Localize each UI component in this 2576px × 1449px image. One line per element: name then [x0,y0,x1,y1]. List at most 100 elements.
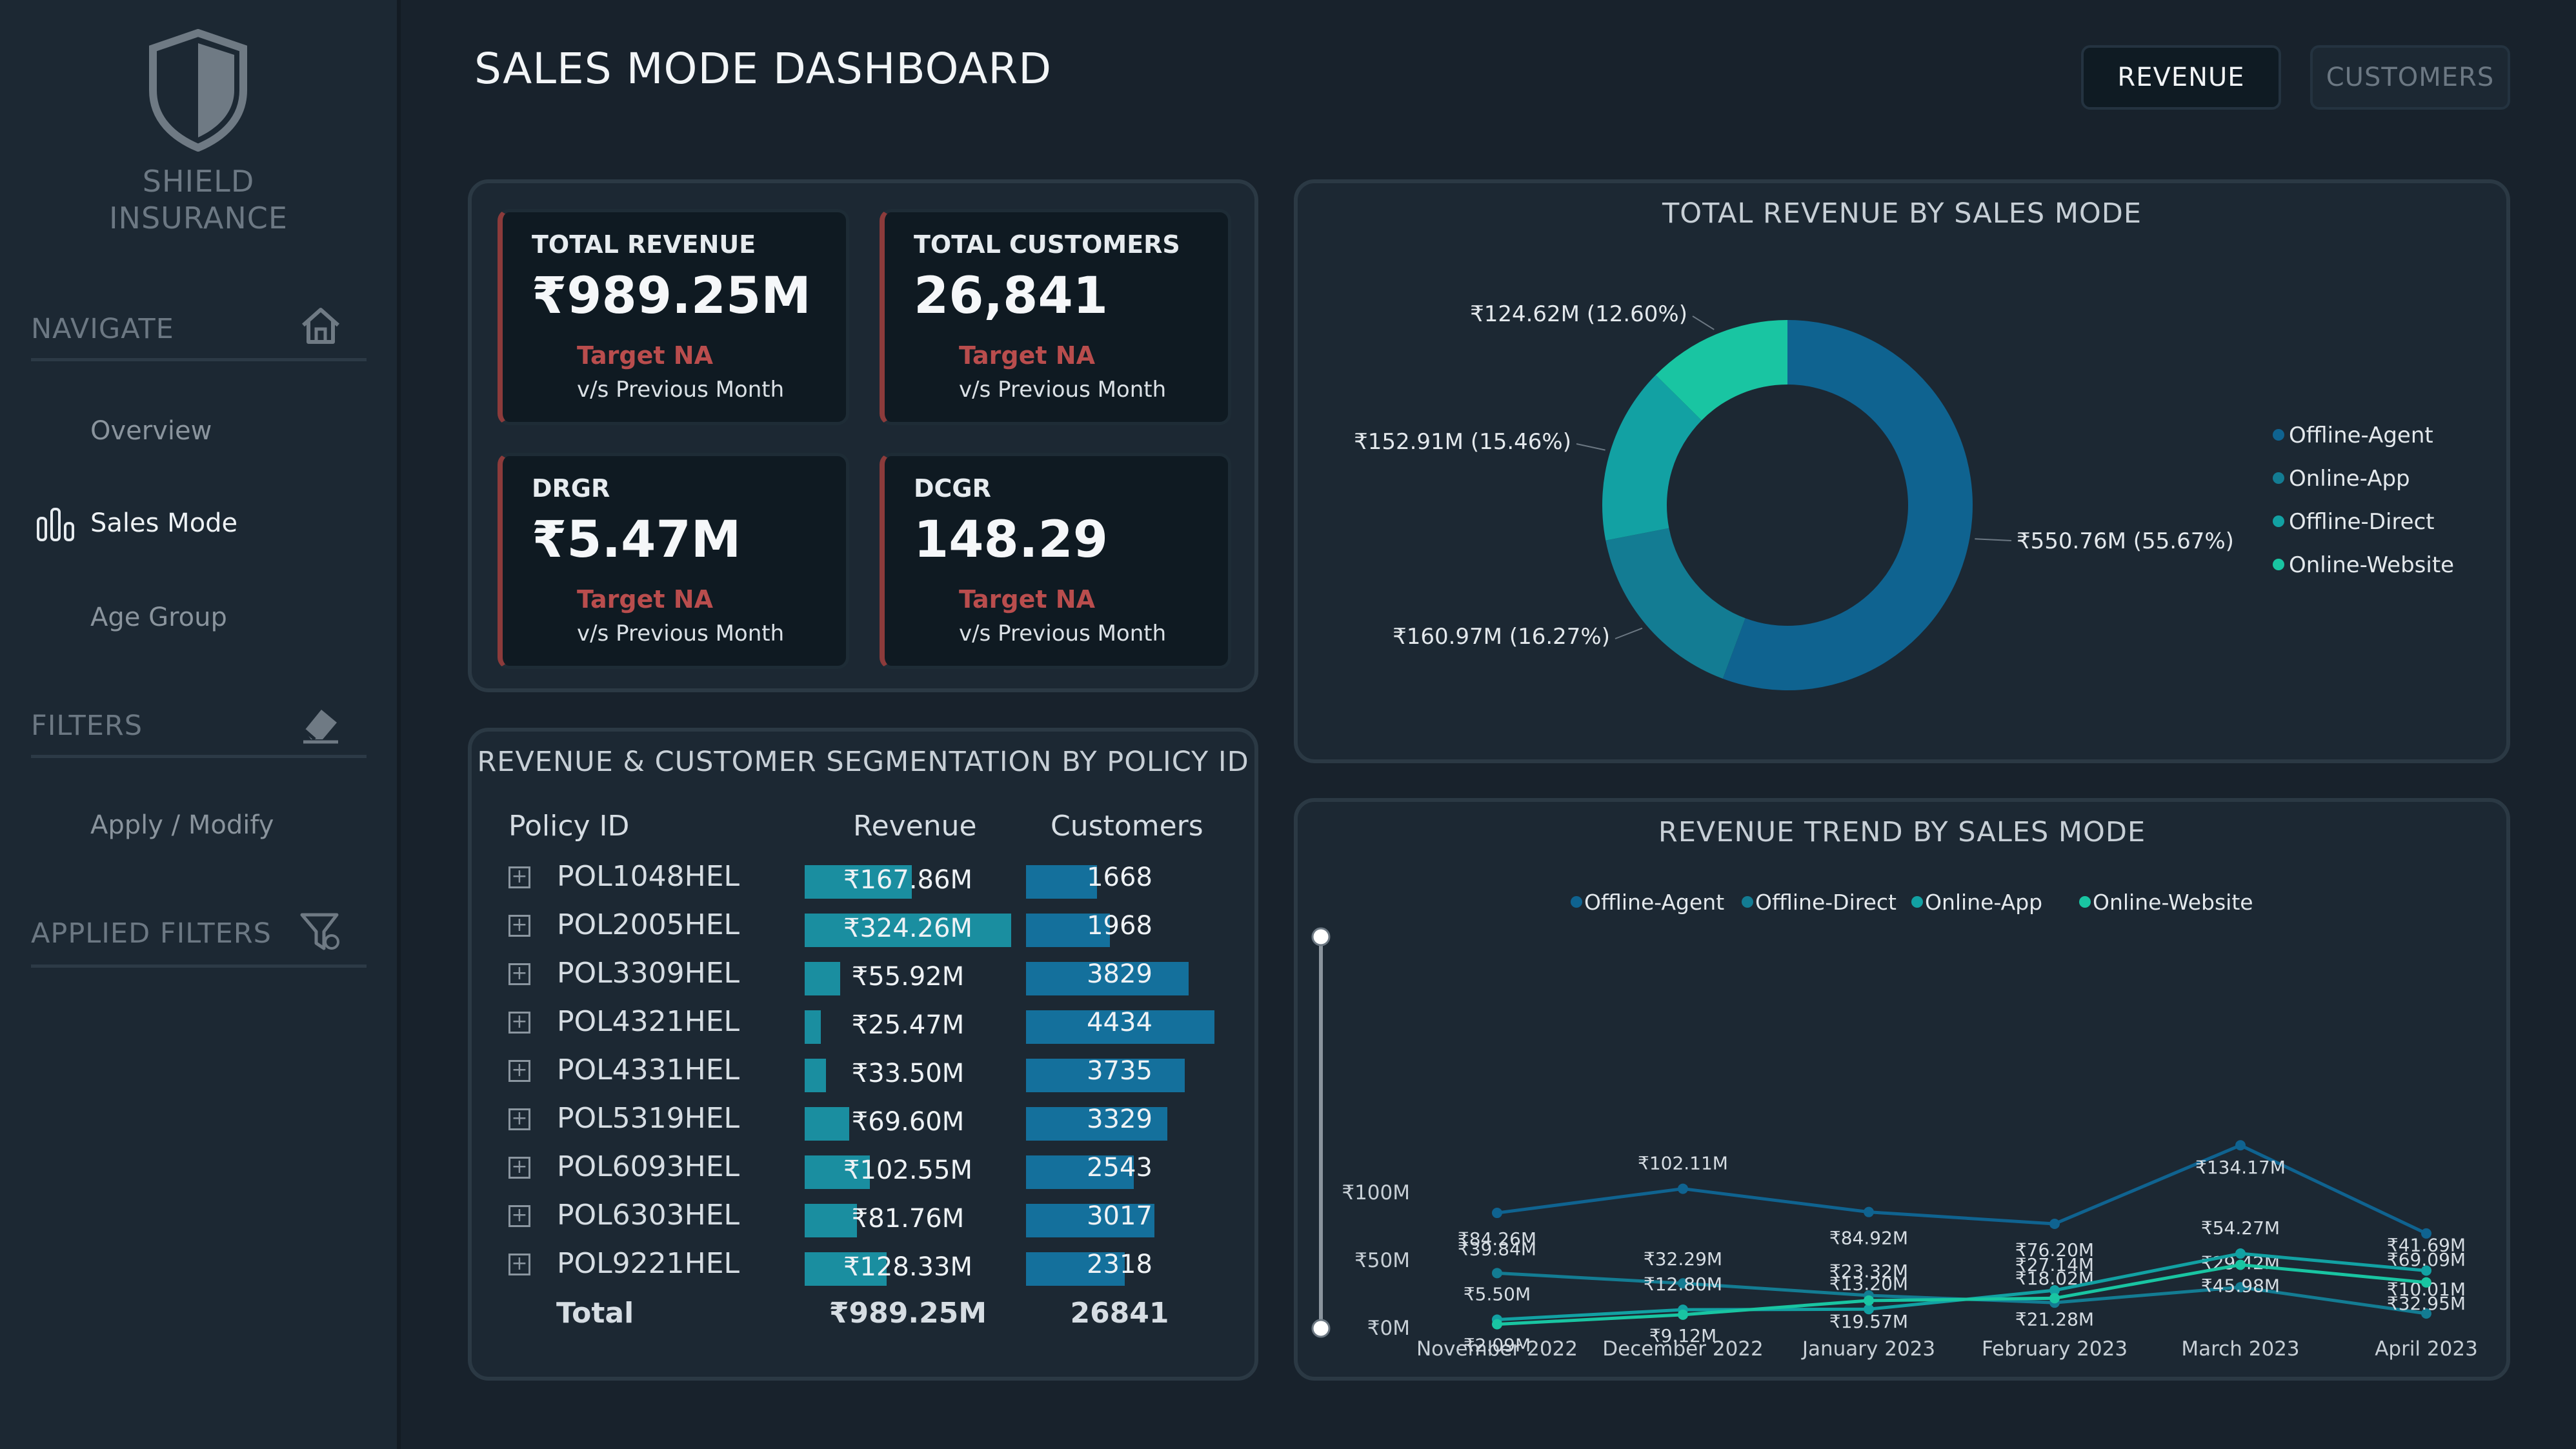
revenue-cell: ₹324.26M [843,914,972,943]
donut-leader-line [1692,315,1715,330]
revenue-button[interactable]: REVENUE [2081,45,2281,110]
kpi-subtext: v/s Previous Month [959,621,1167,646]
shield-icon [149,29,247,152]
apply-modify-link[interactable]: Apply / Modify [90,810,274,840]
column-header-revenue[interactable]: Revenue [853,810,977,843]
data-point [1492,1319,1502,1330]
table-row[interactable]: + POL6303HEL ₹81.76M 3017 [503,1192,1245,1241]
data-label: ₹102.11M [1638,1153,1728,1174]
revenue-cell: ₹167.86M [843,865,972,895]
data-label: ₹13.20M [1829,1273,1908,1294]
data-point [1678,1309,1688,1320]
data-label: ₹32.29M [1644,1248,1722,1270]
data-point [1864,1206,1874,1217]
data-label: ₹27.14M [2015,1254,2094,1275]
table-row[interactable]: + POL1048HEL ₹167.86M 1668 [503,854,1245,902]
donut-data-label: ₹160.97M (16.27%) [1393,624,1610,650]
table-row[interactable]: + POL5319HEL ₹69.60M 3329 [503,1095,1245,1144]
nav-sales-mode[interactable]: Sales Mode [90,508,237,538]
policy-id-cell: POL4321HEL [557,1005,740,1038]
customers-cell: 1968 [1087,911,1152,941]
expand-icon[interactable]: + [508,1108,530,1130]
kpi-target: Target NA [577,585,713,614]
customers-cell: 2543 [1087,1153,1152,1183]
revenue-cell: ₹69.60M [851,1107,965,1137]
total-customers: 26841 [1070,1297,1169,1330]
donut-leader-line [1975,538,2012,541]
donut-chart: ₹550.76M (55.67%) ₹160.97M (16.27%) ₹152.9… [1354,301,2454,690]
donut-leader-line [1615,627,1643,639]
donut-data-label: ₹124.62M (12.60%) [1470,301,1687,327]
revenue-cell: ₹33.50M [851,1059,965,1088]
kpi-card-drgr: DRGR ₹5.47M Target NA v/s Previous Month [498,453,849,669]
filter-icon[interactable] [298,910,343,955]
line-chart: Offline-Agent Offline-Direct Online-App Onl… [1311,890,2478,1361]
legend-marker [2273,559,2284,570]
policy-id-cell: POL9221HEL [557,1247,740,1280]
data-label: ₹2.09M [1464,1335,1531,1356]
range-slider-handle[interactable] [1311,1319,1331,1338]
total-label: Total [556,1297,634,1330]
legend-item: Online-Website [2093,890,2253,915]
expand-icon[interactable]: + [508,915,530,937]
data-point [2421,1277,2431,1288]
range-slider-handle[interactable] [1311,927,1331,946]
column-header-customers[interactable]: Customers [1051,810,1203,843]
series-line-offline-agent [1496,1143,2428,1235]
table-row[interactable]: + POL2005HEL ₹324.26M 1968 [503,902,1245,950]
data-label: ₹39.84M [1458,1238,1536,1259]
policy-id-cell: POL3309HEL [557,957,740,990]
customers-cell: 3017 [1087,1201,1152,1231]
kpi-panel: TOTAL REVENUE ₹989.25M Target NA v/s Pre… [468,179,1258,692]
kpi-value: 26,841 [914,267,1108,325]
data-label: ₹45.98M [2201,1275,2280,1296]
customers-button[interactable]: CUSTOMERS [2310,45,2510,110]
series-line-online-app [1496,1252,2427,1321]
legend-item: Online-App [1925,890,2042,915]
sidebar: SHIELD INSURANCE NAVIGATE Overview Sales… [0,0,401,1449]
total-revenue: ₹989.25M [829,1297,987,1330]
expand-icon[interactable]: + [508,1205,530,1227]
revenue-cell: ₹55.92M [851,962,965,992]
data-label: ₹21.28M [2015,1308,2094,1330]
donut-leader-line [1576,443,1605,451]
nav-overview[interactable]: Overview [90,416,212,446]
eraser-icon[interactable] [298,702,343,747]
table-row[interactable]: + POL6093HEL ₹102.55M 2543 [503,1144,1245,1192]
data-label: ₹84.92M [1829,1228,1908,1249]
legend-item: Offline-Agent [1584,890,1724,915]
data-point [2235,1259,2246,1270]
expand-icon[interactable]: + [508,866,530,888]
brand-name-line1: SHIELD [142,164,255,199]
table-row[interactable]: + POL3309HEL ₹55.92M 3829 [503,950,1245,999]
kpi-card-dcgr: DCGR 148.29 Target NA v/s Previous Month [880,453,1231,669]
legend-item: Offline-Direct [2289,509,2435,535]
table-row[interactable]: + POL4331HEL ₹33.50M 3735 [503,1047,1245,1095]
data-label: ₹9.12M [1649,1325,1716,1346]
kpi-value: ₹989.25M [532,267,811,325]
filters-heading: FILTERS [31,710,143,742]
policy-id-cell: POL1048HEL [557,860,740,893]
table-row[interactable]: + POL9221HEL ₹128.33M 2318 [503,1241,1245,1289]
applied-filters-divider [31,964,367,968]
revenue-cell: ₹25.47M [851,1010,965,1040]
expand-icon[interactable]: + [508,963,530,985]
expand-icon[interactable]: + [508,1012,530,1034]
navigate-heading: NAVIGATE [31,313,174,345]
legend-marker [1742,896,1753,908]
expand-icon[interactable]: + [508,1254,530,1275]
table-row[interactable]: + POL4321HEL ₹25.47M 4434 [503,999,1245,1047]
column-header-policy-id[interactable]: Policy ID [508,810,629,843]
data-point [1864,1295,1874,1306]
data-point [2049,1218,2060,1229]
kpi-card-total-customers: TOTAL CUSTOMERS 26,841 Target NA v/s Pre… [880,209,1231,425]
legend-marker [1571,896,1582,908]
revenue-cell: ₹102.55M [843,1155,972,1185]
nav-age-group[interactable]: Age Group [90,603,227,632]
expand-icon[interactable]: + [508,1157,530,1179]
donut-slice-online-app [1605,528,1746,679]
data-point [1492,1208,1502,1219]
expand-icon[interactable]: + [508,1060,530,1082]
legend-item: Offline-Agent [2289,423,2433,448]
segmentation-title: REVENUE & CUSTOMER SEGMENTATION BY POLIC… [477,746,1249,778]
